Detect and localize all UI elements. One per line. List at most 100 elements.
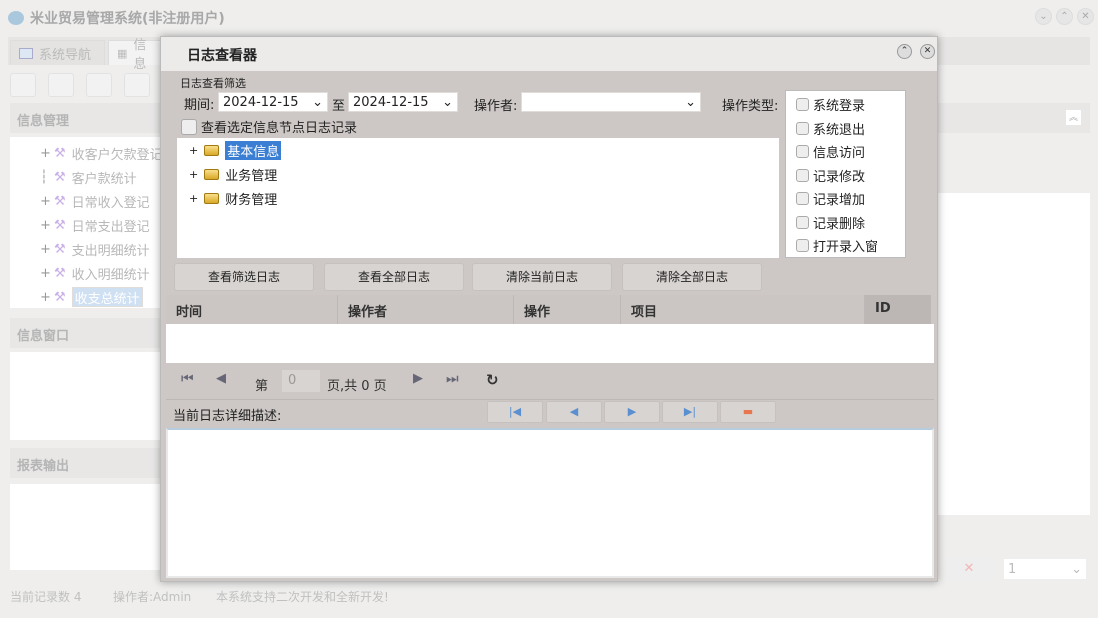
prev-page-icon[interactable]: ◀ xyxy=(216,371,226,386)
optype-checkbox[interactable]: 记录修改 xyxy=(786,164,905,188)
left-tree-item[interactable]: + ⚒ 收支总统计 xyxy=(40,286,143,308)
dialog-close-button[interactable]: ✕ xyxy=(920,44,935,59)
to-label: 至 xyxy=(332,99,346,114)
log-action-button[interactable]: 查看全部日志 xyxy=(324,263,464,291)
dialog-tree-item[interactable]: + 财务管理 xyxy=(189,186,277,210)
maximize-button[interactable]: ⌃ xyxy=(1056,8,1073,25)
log-action-button[interactable]: 清除全部日志 xyxy=(622,263,762,291)
divider xyxy=(166,399,934,400)
left-tree-item[interactable]: + ⚒ 支出明细统计 xyxy=(40,238,150,260)
column-header[interactable]: 项目 xyxy=(621,295,865,324)
tab-label: 系统导航 xyxy=(39,47,92,63)
checkbox[interactable] xyxy=(796,98,809,112)
info-window-title: 信息窗口 xyxy=(17,329,70,344)
tool-icon: ⚒ xyxy=(54,289,66,305)
checkbox[interactable] xyxy=(796,168,809,182)
info-window-panel xyxy=(10,352,160,440)
detail-textarea[interactable] xyxy=(166,428,934,578)
checkbox[interactable] xyxy=(796,145,809,159)
left-tree-item[interactable]: + ⚒ 收入明细统计 xyxy=(40,262,150,284)
optype-list: 系统登录 系统退出 信息访问 记录修改记录增加记录删除打开录入窗 xyxy=(785,90,906,258)
last-page-icon[interactable]: ⏭ xyxy=(446,371,459,387)
tool-icon: ⚒ xyxy=(54,145,66,161)
tab-system-nav[interactable]: 系统导航 xyxy=(10,40,105,65)
left-tree-item[interactable]: + ⚒ 日常支出登记 xyxy=(40,214,150,236)
date-to-value: 2024-12-15 xyxy=(353,94,429,110)
operator-select[interactable]: ⌄ xyxy=(521,92,701,112)
optype-checkbox[interactable]: 信息访问 xyxy=(786,140,905,164)
date-from-select[interactable]: 2024-12-15 ⌄ xyxy=(218,92,328,112)
detail-last-button[interactable]: ▶| xyxy=(662,401,718,423)
tree-item-label: 日常收入登记 xyxy=(71,195,150,211)
button-label: 查看筛选日志 xyxy=(207,270,280,284)
column-label: 项目 xyxy=(631,305,658,320)
detail-next-button[interactable]: ▶ xyxy=(604,401,660,423)
tree-item-label: 财务管理 xyxy=(225,192,278,208)
optype-checkbox[interactable]: 系统退出 xyxy=(786,117,905,141)
right-content-panel xyxy=(938,193,1090,515)
page-select[interactable]: 1 ⌄ xyxy=(1003,558,1087,580)
app-title: 米业贸易管理系统(非注册用户) xyxy=(30,11,225,27)
collapse-icon[interactable]: ︽ xyxy=(1066,110,1081,125)
date-to-select[interactable]: 2024-12-15 ⌄ xyxy=(348,92,458,112)
folder-icon xyxy=(204,192,220,204)
node-filter-checkbox[interactable]: 查看选定信息节点日志记录 xyxy=(181,117,357,136)
log-action-button[interactable]: 清除当前日志 xyxy=(472,263,612,291)
log-action-button[interactable]: 查看筛选日志 xyxy=(174,263,314,291)
page-number-input[interactable]: 0 xyxy=(282,370,320,392)
detail-prev-button[interactable]: ◀ xyxy=(546,401,602,423)
dialog-tree: + 基本信息 + 业务管理 + 财务管理 xyxy=(177,138,779,258)
list-tool-button[interactable] xyxy=(48,73,74,97)
user-tool-button[interactable] xyxy=(124,73,150,97)
left-tree-item[interactable]: ┆ ⚒ 客户款统计 xyxy=(40,166,137,188)
optype-checkbox[interactable]: 记录删除 xyxy=(786,211,905,235)
tree-item-label: 客户款统计 xyxy=(71,171,137,187)
search-tool-button[interactable] xyxy=(10,73,36,97)
column-header[interactable]: ID xyxy=(865,295,931,324)
checkbox[interactable] xyxy=(796,121,809,135)
page-suffix: 页,共 0 页 xyxy=(327,379,387,394)
left-tree-item[interactable]: + ⚒ 日常收入登记 xyxy=(40,190,150,212)
checkbox[interactable] xyxy=(796,192,809,206)
checkbox[interactable] xyxy=(796,239,809,253)
detail-first-button[interactable]: |◀ xyxy=(487,401,543,423)
button-label: 查看全部日志 xyxy=(357,270,430,284)
column-header[interactable]: 时间 xyxy=(166,295,338,324)
dialog-tree-item[interactable]: + 业务管理 xyxy=(189,162,277,186)
tree-item-label: 业务管理 xyxy=(225,168,278,184)
next-page-icon[interactable]: ▶ xyxy=(413,371,423,386)
optype-checkbox[interactable]: 系统登录 xyxy=(786,93,905,117)
close-button[interactable]: ✕ xyxy=(1077,8,1094,25)
checkbox[interactable] xyxy=(796,215,809,229)
info-mgmt-title: 信息管理 xyxy=(17,114,70,129)
dialog-title: 日志查看器 xyxy=(187,48,257,64)
dialog-collapse-button[interactable]: ⌃ xyxy=(897,44,912,59)
refresh-icon[interactable]: ↻ xyxy=(486,371,499,389)
document-tool-button[interactable] xyxy=(86,73,112,97)
optype-label: 记录增加 xyxy=(813,193,866,209)
detail-delete-button[interactable]: ▬ xyxy=(720,401,776,423)
column-header[interactable]: 操作者 xyxy=(338,295,514,324)
column-header[interactable]: 操作 xyxy=(514,295,621,324)
minimize-button[interactable]: ⌄ xyxy=(1035,8,1052,25)
dialog-title-bar[interactable]: 日志查看器 xyxy=(161,37,937,71)
optype-checkbox[interactable]: 记录增加 xyxy=(786,187,905,211)
tab-label: 信息 xyxy=(133,38,147,72)
dialog-tree-item[interactable]: + 基本信息 xyxy=(189,138,282,162)
detail-label: 当前日志详细描述: xyxy=(173,409,282,424)
tree-item-label: 收客户欠款登记 xyxy=(71,147,163,163)
left-tree-item[interactable]: + ⚒ 收客户欠款登记 xyxy=(40,142,163,164)
report-output-panel xyxy=(10,484,160,570)
delete-icon[interactable]: ✕ xyxy=(945,558,993,580)
optype-label: 记录删除 xyxy=(813,216,866,232)
tab-info[interactable]: ▦ 信息 xyxy=(108,38,168,72)
log-grid-body xyxy=(166,324,934,363)
status-notice: 本系统支持二次开发和全新开发! xyxy=(216,590,389,604)
checkbox[interactable] xyxy=(181,118,197,135)
chevron-down-icon: ⌄ xyxy=(442,94,453,110)
first-page-icon[interactable]: ⏮ xyxy=(181,371,194,387)
node-filter-label: 查看选定信息节点日志记录 xyxy=(201,121,358,136)
column-label: 时间 xyxy=(176,305,203,320)
button-label: 清除当前日志 xyxy=(505,270,578,284)
optype-checkbox[interactable]: 打开录入窗 xyxy=(786,234,905,258)
